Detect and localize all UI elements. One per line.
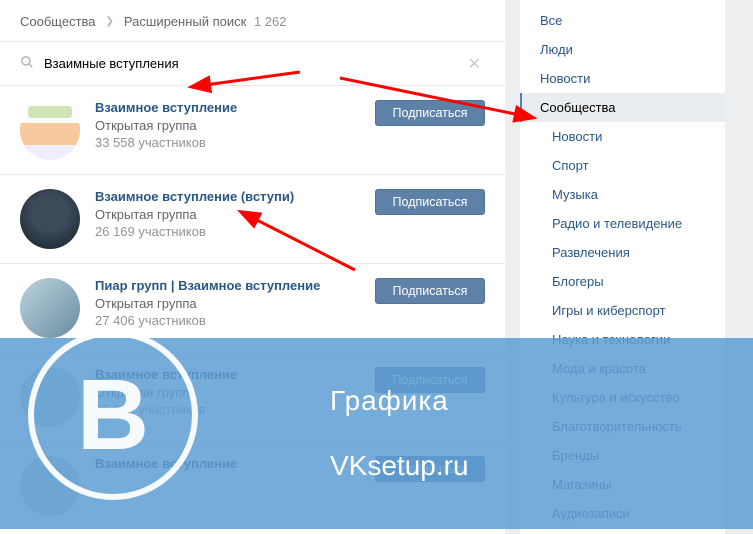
- breadcrumb-root[interactable]: Сообщества: [20, 14, 96, 29]
- sidebar-subitem[interactable]: Магазины: [520, 470, 725, 499]
- sidebar-item[interactable]: Все: [520, 6, 725, 35]
- subscribe-button[interactable]: Подписаться: [375, 100, 485, 126]
- result-title[interactable]: Взаимное вступление: [95, 456, 375, 471]
- sidebar-subitem[interactable]: Игры и киберспорт: [520, 296, 725, 325]
- search-input[interactable]: [44, 52, 464, 75]
- result-subtitle: Открытая группа: [95, 118, 375, 133]
- sidebar-subitem[interactable]: Культура и искусство: [520, 383, 725, 412]
- result-title[interactable]: Взаимное вступление: [95, 100, 375, 115]
- subscribe-button[interactable]: Подписаться: [375, 189, 485, 215]
- sidebar-subitem[interactable]: Аудиозаписи: [520, 499, 725, 528]
- result-item: Взаимное вступление Открытая группа 33 558…: [0, 86, 505, 175]
- sidebar-subitem[interactable]: Бренды: [520, 441, 725, 470]
- result-count: 1 262: [254, 14, 287, 29]
- sidebar-item[interactable]: Новости: [520, 64, 725, 93]
- sidebar-subitem[interactable]: Спорт: [520, 151, 725, 180]
- result-count: 27 406 участников: [95, 313, 375, 328]
- chevron-right-icon: ❯: [106, 16, 114, 27]
- sidebar-subitem[interactable]: Радио и телевидение: [520, 209, 725, 238]
- sidebar-subitem[interactable]: Новости: [520, 122, 725, 151]
- result-count: 33 558 участников: [95, 135, 375, 150]
- breadcrumb-current: Расширенный поиск 1 262: [124, 14, 287, 29]
- result-title[interactable]: Взаимное вступление (вступи): [95, 189, 375, 204]
- result-subtitle: Открытая группа: [95, 207, 375, 222]
- result-subtitle: Открытая группа: [95, 385, 375, 400]
- subscribe-button[interactable]: Подписаться: [375, 456, 485, 482]
- result-title[interactable]: Пиар групп | Взаимное вступление: [95, 278, 375, 293]
- sidebar: ВсеЛюдиНовости Сообщества НовостиСпортМу…: [520, 0, 725, 534]
- subscribe-button[interactable]: Подписаться: [375, 278, 485, 304]
- result-item: Взаимное вступление (вступи) Открытая гру…: [0, 175, 505, 264]
- search-icon: [20, 55, 34, 72]
- result-item: Пиар групп | Взаимное вступление Открытая…: [0, 264, 505, 353]
- result-item: Взаимное вступлениеПодписаться: [0, 442, 505, 530]
- sidebar-item-communities[interactable]: Сообщества: [520, 93, 725, 122]
- sidebar-subitem[interactable]: Развлечения: [520, 238, 725, 267]
- avatar[interactable]: [20, 456, 80, 516]
- avatar[interactable]: [20, 100, 80, 160]
- sidebar-item[interactable]: Люди: [520, 35, 725, 64]
- avatar[interactable]: [20, 367, 80, 427]
- close-icon[interactable]: ✕: [464, 54, 485, 74]
- sidebar-subitem[interactable]: Наука и технологии: [520, 325, 725, 354]
- results-list: Взаимное вступление Открытая группа 33 558…: [0, 86, 505, 530]
- subscribe-button[interactable]: Подписаться: [375, 367, 485, 393]
- avatar[interactable]: [20, 189, 80, 249]
- search-row: ✕: [0, 42, 505, 86]
- result-title[interactable]: Взаимное вступление: [95, 367, 375, 382]
- result-count: 16 986 участников: [95, 402, 375, 417]
- main-column: Сообщества ❯ Расширенный поиск 1 262 ✕ В…: [0, 0, 505, 534]
- avatar[interactable]: [20, 278, 80, 338]
- breadcrumb: Сообщества ❯ Расширенный поиск 1 262: [0, 0, 505, 42]
- sidebar-subitem[interactable]: Благотворительность: [520, 412, 725, 441]
- sidebar-subitem[interactable]: Мода и красота: [520, 354, 725, 383]
- result-subtitle: Открытая группа: [95, 296, 375, 311]
- sidebar-subitem[interactable]: Блогеры: [520, 267, 725, 296]
- result-item: Взаимное вступление Открытая группа 16 986…: [0, 353, 505, 442]
- result-count: 26 169 участников: [95, 224, 375, 239]
- sidebar-subitem[interactable]: Музыка: [520, 180, 725, 209]
